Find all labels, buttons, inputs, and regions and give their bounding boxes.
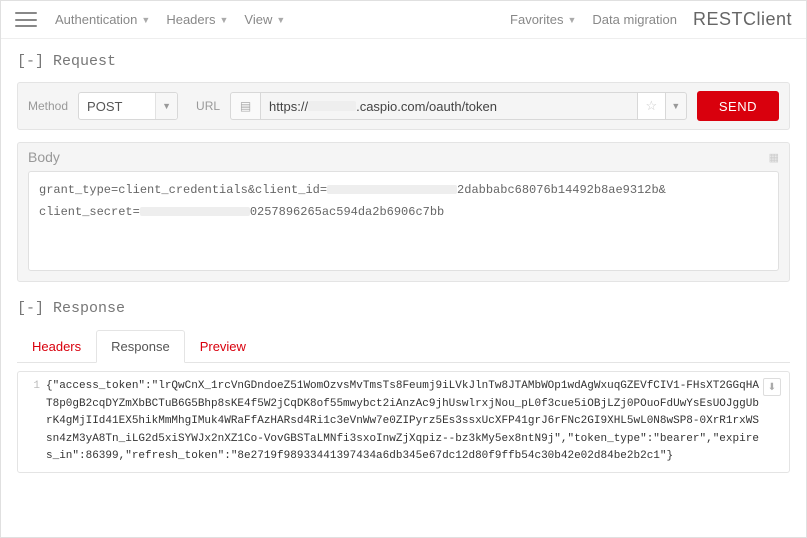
menu-authentication[interactable]: Authentication▼ [55,12,150,27]
response-body[interactable]: {"access_token":"lrQwCnX_1rcVnGDndoeZ51W… [40,378,759,466]
response-box: 1 {"access_token":"lrQwCnX_1rcVnGDndoeZ5… [17,371,790,473]
chevron-down-icon[interactable]: ▼ [155,93,177,119]
response-tabs: Headers Response Preview [17,329,790,363]
chevron-down-icon: ▼ [141,15,150,25]
method-select[interactable]: POST ▼ [78,92,178,120]
method-label: Method [28,99,68,113]
menu-data-migration[interactable]: Data migration [592,12,677,27]
line-number: 1 [22,378,40,392]
chevron-down-icon[interactable]: ▼ [665,92,687,120]
url-group: ▤ https://.caspio.com/oauth/token ☆ ▼ [230,92,687,120]
tab-preview[interactable]: Preview [185,330,261,363]
chevron-down-icon: ▼ [568,15,577,25]
response-section-header: [-] Response [17,300,790,317]
hamburger-icon[interactable] [15,12,37,27]
send-button[interactable]: SEND [697,91,779,121]
menu-view[interactable]: View▼ [244,12,285,27]
tab-headers[interactable]: Headers [17,330,96,363]
body-textarea[interactable]: grant_type=client_credentials&client_id=… [28,171,779,271]
topbar: Authentication▼ Headers▼ View▼ Favorites… [1,1,806,39]
request-section-header: [-] Request [17,53,790,70]
menu-headers[interactable]: Headers▼ [166,12,228,27]
request-row: Method POST ▼ URL ▤ https://.caspio.com/… [17,82,790,130]
url-label: URL [196,99,220,113]
chevron-down-icon: ▼ [276,15,285,25]
body-label: Body [28,149,60,165]
menu-favorites[interactable]: Favorites▼ [510,12,576,27]
star-icon[interactable]: ☆ [637,92,665,120]
document-icon[interactable]: ▤ [230,92,260,120]
body-panel: Body ▦ grant_type=client_credentials&cli… [17,142,790,282]
tab-response[interactable]: Response [96,330,185,363]
grid-icon[interactable]: ▦ [769,151,779,164]
url-input[interactable]: https://.caspio.com/oauth/token [260,92,637,120]
collapse-toggle[interactable]: [-] Response [17,300,125,317]
download-icon[interactable]: ⬇ [763,378,781,396]
brand-logo: RESTClient [693,9,792,30]
collapse-toggle[interactable]: [-] Request [17,53,116,70]
chevron-down-icon: ▼ [219,15,228,25]
